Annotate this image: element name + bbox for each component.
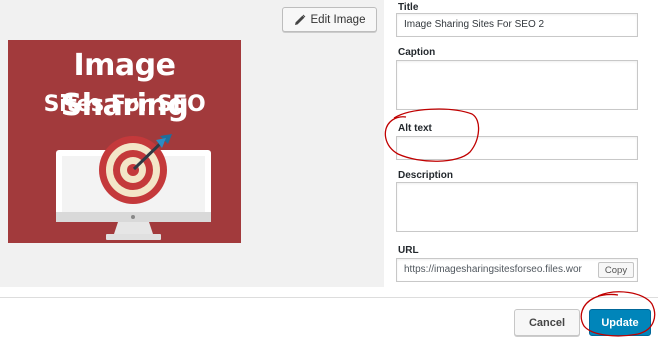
description-textarea[interactable] [396, 182, 638, 232]
caption-textarea[interactable] [396, 60, 638, 110]
copy-url-button[interactable]: Copy [598, 262, 634, 278]
title-label: Title [398, 2, 419, 13]
thumbnail-title-line2: Sites For SEO [43, 92, 206, 117]
image-thumbnail: Image Sharing Sites For SEO [8, 40, 241, 243]
alt-text-input[interactable] [396, 136, 638, 160]
pencil-icon [294, 14, 306, 26]
monitor-target-illustration [56, 134, 211, 240]
edit-image-button[interactable]: Edit Image [282, 7, 377, 32]
url-label: URL [398, 245, 419, 256]
footer-divider [0, 297, 658, 298]
description-label: Description [398, 170, 454, 181]
attachment-details-sidebar: Title Image Sharing Sites For SEO 2 Capt… [390, 0, 658, 287]
alt-text-label: Alt text [398, 123, 432, 134]
update-button[interactable]: Update [589, 309, 651, 336]
cancel-button[interactable]: Cancel [514, 309, 580, 336]
caption-label: Caption [398, 47, 436, 58]
image-preview-pane: Edit Image Image Sharing Sites For SEO [0, 0, 384, 287]
edit-image-label: Edit Image [310, 13, 366, 26]
title-input[interactable]: Image Sharing Sites For SEO 2 [396, 13, 638, 37]
